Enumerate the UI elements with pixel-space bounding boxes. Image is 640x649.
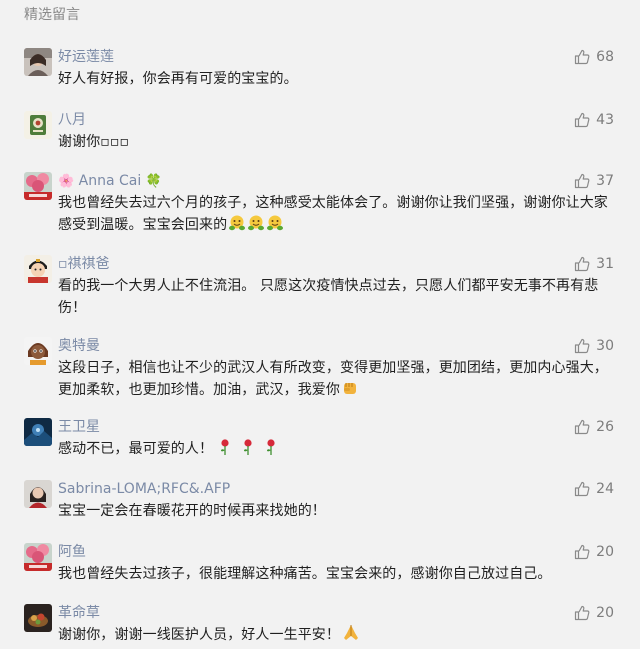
like-button[interactable]: 24: [574, 480, 614, 498]
thumbs-up-icon: [575, 112, 590, 128]
thumbs-up-icon: [575, 481, 590, 497]
thumbs-up-icon: [575, 338, 590, 354]
like-count: 43: [596, 112, 614, 128]
comment-text: 这段日子，相信也让不少的武汉人有所改变，变得更加坚强，更加团结，更加内心强大，更…: [58, 360, 608, 398]
thumbs-up-icon: [575, 605, 590, 621]
comment-nickname[interactable]: 王卫星: [58, 418, 100, 436]
like-button[interactable]: 68: [574, 48, 614, 66]
comment-nickname[interactable]: ▫祺祺爸: [58, 255, 110, 273]
rose-emoji-icon: [244, 439, 252, 455]
hugging-face-emoji-icon: [267, 215, 284, 231]
avatar[interactable]: [24, 418, 52, 446]
comment-nickname[interactable]: 好运莲莲: [58, 48, 114, 66]
comment-text: 谢谢你▫▫▫: [58, 134, 130, 150]
rose-emoji-icon: [221, 439, 229, 455]
green-logo-avatar-icon: [24, 111, 52, 139]
like-count: 68: [596, 49, 614, 65]
like-button[interactable]: 30: [574, 337, 614, 355]
hugging-face-emoji-icon: [229, 215, 246, 231]
nickname-suffix-emoji: 🍀: [145, 174, 162, 189]
like-button[interactable]: 43: [574, 111, 614, 129]
comment-text: 宝宝一定会在春暖花开的时候再来找她的！: [58, 503, 326, 519]
woman-portrait-avatar-icon: [24, 48, 52, 76]
avatar[interactable]: [24, 48, 52, 76]
nickname-prefix-emoji: 🌸: [58, 174, 75, 189]
comment-text: 看的我一个大男人止不住流泪。 只愿这次疫情快点过去，只愿人们都平安无事不再有悲伤…: [58, 278, 599, 316]
thumbs-up-icon: [575, 419, 590, 435]
like-count: 31: [596, 256, 614, 272]
like-count: 30: [596, 338, 614, 354]
avatar[interactable]: [24, 604, 52, 632]
avatar[interactable]: [24, 543, 52, 571]
rose-emoji-icon: [267, 439, 275, 455]
wuhan-flowers-avatar-icon: [24, 172, 52, 200]
thumbs-up-icon: [575, 544, 590, 560]
thumbs-up-icon: [575, 256, 590, 272]
comment-nickname[interactable]: 🌸 Anna Cai 🍀: [58, 172, 162, 191]
avatar[interactable]: [24, 111, 52, 139]
avatar[interactable]: [24, 172, 52, 200]
like-count: 20: [596, 605, 614, 621]
comment-text: 我也曾经失去过孩子，很能理解这种痛苦。宝宝会来的，感谢你自己放过自己。: [58, 566, 552, 582]
comment-nickname[interactable]: 八月: [58, 111, 86, 129]
comment-nickname[interactable]: Sabrina-LOMA;RFC&.AFP: [58, 480, 230, 498]
fist-emoji-icon: [344, 383, 356, 394]
cartoon-girl-avatar-icon: [24, 337, 52, 365]
like-button[interactable]: 31: [574, 255, 614, 273]
thumbs-up-icon: [575, 173, 590, 189]
praying-hands-emoji-icon: [344, 625, 358, 640]
woman-red-scarf-avatar-icon: [24, 480, 52, 508]
hugging-face-emoji-icon: [248, 215, 265, 231]
like-count: 24: [596, 481, 614, 497]
comment-text: 好人有好报，你会再有可爱的宝宝的。: [58, 71, 298, 87]
cartoon-child-avatar-icon: [24, 255, 52, 283]
comment-text: 我也曾经失去过六个月的孩子，这种感受太能体会了。谢谢你让我们坚强，谢谢你让大家感…: [58, 195, 608, 233]
thumbs-up-icon: [575, 49, 590, 65]
section-title: 精选留言: [24, 7, 80, 23]
avatar[interactable]: [24, 337, 52, 365]
comment-nickname[interactable]: 奥特曼: [58, 337, 100, 355]
comment-text: 感动不已，最可爱的人！: [58, 438, 614, 460]
like-button[interactable]: 20: [574, 604, 614, 622]
like-count: 37: [596, 173, 614, 189]
comment-nickname[interactable]: 革命草: [58, 604, 100, 622]
dark-blue-landscape-avatar-icon: [24, 418, 52, 446]
avatar[interactable]: [24, 255, 52, 283]
like-button[interactable]: 26: [574, 418, 614, 436]
wuhan-flowers-avatar-icon: [24, 543, 52, 571]
like-button[interactable]: 37: [574, 172, 614, 190]
comment-text: 谢谢你，谢谢一线医护人员，好人一生平安！: [58, 624, 614, 646]
like-count: 20: [596, 544, 614, 560]
dark-food-avatar-icon: [24, 604, 52, 632]
like-button[interactable]: 20: [574, 543, 614, 561]
comment-nickname[interactable]: 阿鱼: [58, 543, 86, 561]
avatar[interactable]: [24, 480, 52, 508]
like-count: 26: [596, 419, 614, 435]
